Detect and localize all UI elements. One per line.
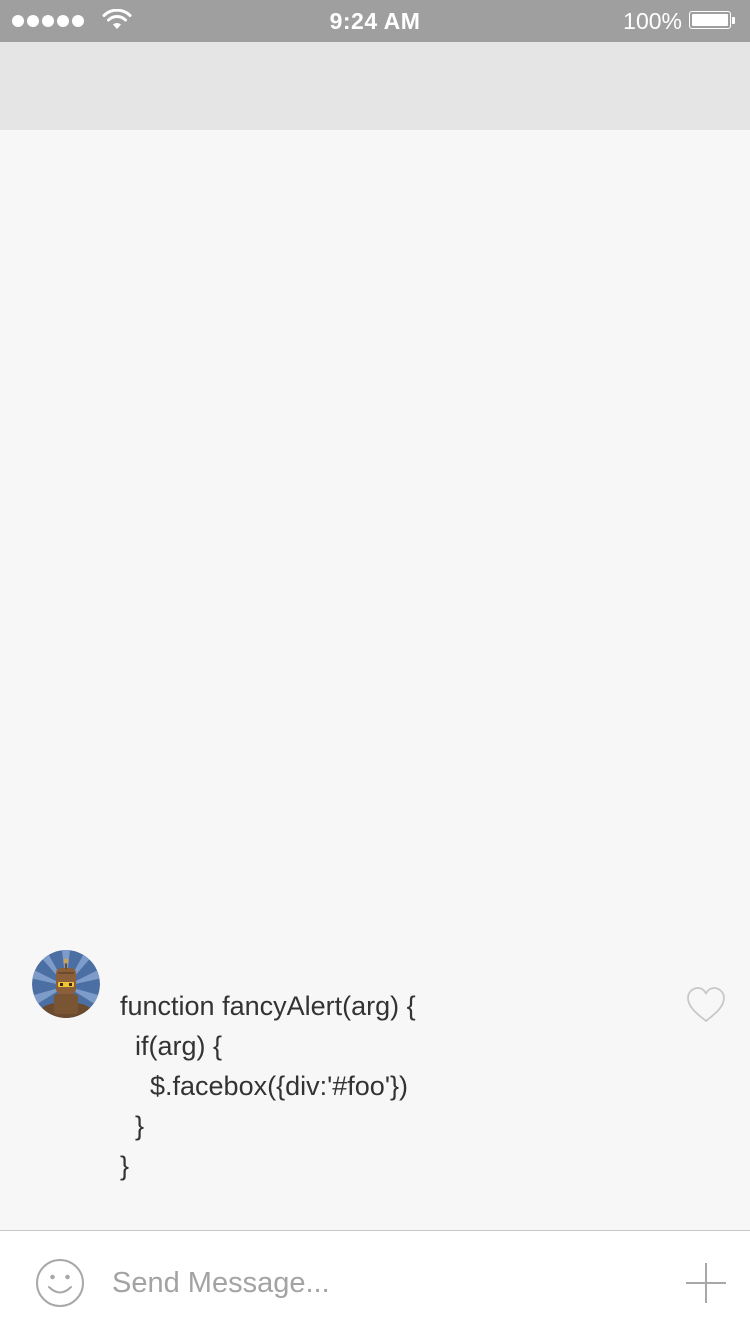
- battery-icon: [689, 11, 737, 31]
- message-text: function fancyAlert(arg) { if(arg) { $.f…: [120, 991, 416, 1181]
- message-input[interactable]: [112, 1257, 652, 1309]
- emoji-button[interactable]: [34, 1257, 86, 1309]
- smiley-icon: [36, 1259, 84, 1307]
- battery-percent: 100%: [623, 8, 682, 34]
- navigation-bar: [0, 42, 750, 130]
- heart-outline-icon: [687, 987, 725, 1022]
- message-list[interactable]: function fancyAlert(arg) { if(arg) { $.f…: [0, 130, 750, 1230]
- add-attachment-button[interactable]: [684, 1261, 728, 1305]
- chat-screen: 9:24 AM 100% function fancyAlert(arg) {…: [0, 0, 750, 1334]
- plus-icon: [686, 1263, 726, 1303]
- like-button[interactable]: [686, 986, 726, 1024]
- robot-avatar-icon[interactable]: [32, 950, 100, 1018]
- status-bar: 9:24 AM 100%: [0, 0, 750, 42]
- message-input-bar: [0, 1230, 750, 1334]
